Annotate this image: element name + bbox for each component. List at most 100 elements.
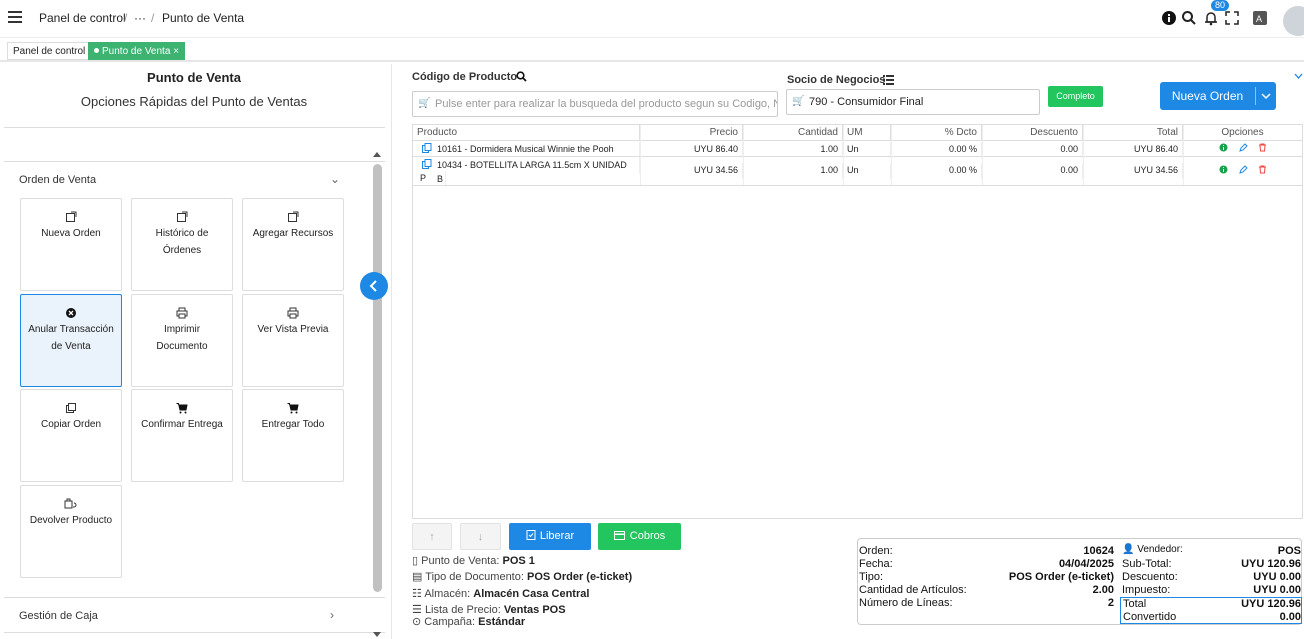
copy-icon[interactable] [422, 159, 432, 169]
card-label: Ver Vista Previa [257, 324, 329, 335]
delete-icon[interactable] [1258, 165, 1267, 174]
move-down-button[interactable]: ↓ [460, 523, 501, 550]
edit-icon[interactable] [1239, 165, 1248, 174]
cart-icon [287, 403, 299, 414]
search-icon[interactable] [516, 71, 527, 82]
summary-label: Descuento: [1122, 571, 1178, 583]
action-card-imprimir[interactable]: Imprimir Documento [131, 294, 233, 387]
pos-value: POS 1 [502, 555, 535, 567]
copy-icon [66, 403, 76, 413]
table-cell[interactable]: 1.00 [743, 163, 843, 179]
chevron-down-icon[interactable]: ⌄ [330, 172, 340, 186]
avatar[interactable] [1283, 6, 1304, 36]
scrollbar-thumb[interactable] [373, 164, 382, 592]
list-icon[interactable] [883, 74, 894, 85]
tab-label: Panel de control [13, 46, 86, 57]
table-cell[interactable]: 0.00 [982, 163, 1083, 179]
table-cell[interactable]: 10434 - BOTELLITA LARGA 11.5cm X UNIDAD … [433, 158, 640, 184]
collapse-sidebar-button[interactable] [360, 272, 388, 300]
chevron-right-icon[interactable]: › [330, 608, 334, 622]
external-link-icon [66, 211, 77, 222]
action-card-vista-previa[interactable]: Ver Vista Previa [242, 294, 344, 387]
action-card-confirmar-entrega[interactable]: Confirmar Entrega [131, 389, 233, 482]
doc-type-label: Tipo de Documento: [425, 571, 524, 583]
tab-label: Punto de Venta [102, 46, 171, 57]
tab-panel-de-control[interactable]: Panel de control [7, 42, 92, 60]
svg-text:A: A [1256, 14, 1262, 24]
breadcrumb-more[interactable]: ··· [134, 11, 146, 25]
document-icon: ▤ [412, 571, 423, 583]
chevron-down-icon[interactable] [1261, 93, 1271, 100]
user-icon: 👤 [1122, 544, 1135, 555]
delete-icon[interactable] [1258, 143, 1267, 152]
column-header[interactable]: Total [1083, 125, 1183, 141]
bell-icon[interactable] [1203, 10, 1219, 26]
credit-card-icon [613, 531, 625, 540]
action-card-historico[interactable]: Histórico de Órdenes [131, 198, 233, 291]
active-dot-icon [94, 48, 99, 53]
action-card-entregar-todo[interactable]: Entregar Todo [242, 389, 344, 482]
warehouse-icon: ☷ [412, 588, 422, 600]
summary-label: Cantidad de Artículos: [859, 584, 967, 596]
column-header[interactable]: Opciones [1183, 125, 1302, 141]
new-order-button[interactable]: Nueva Orden [1160, 82, 1276, 110]
info-icon[interactable] [1161, 10, 1177, 26]
column-header[interactable]: Precio [640, 125, 743, 141]
table-cell[interactable]: UYU 34.56 [640, 163, 743, 179]
chevron-down-icon[interactable] [1294, 73, 1303, 80]
edit-icon[interactable] [1239, 143, 1248, 152]
table-cell[interactable]: Un [843, 163, 891, 179]
table-cell[interactable]: UYU 34.56 [1083, 163, 1183, 179]
column-header[interactable]: Descuento [982, 125, 1083, 141]
complete-button[interactable]: Completo [1048, 86, 1103, 107]
info-icon[interactable] [1219, 143, 1228, 152]
menu-icon[interactable] [8, 11, 22, 23]
translate-icon[interactable]: A [1252, 10, 1268, 26]
breadcrumb-home[interactable]: Panel de control [39, 11, 126, 25]
section-orden-de-venta[interactable]: Orden de Venta [19, 174, 96, 186]
search-icon[interactable] [1181, 10, 1197, 26]
payments-button[interactable]: Cobros [598, 523, 681, 550]
section-gestion-de-caja[interactable]: Gestión de Caja [19, 610, 98, 622]
release-label: Liberar [539, 530, 575, 542]
column-header[interactable]: % Dcto [891, 125, 982, 141]
chevron-left-icon [369, 280, 377, 292]
info-icon[interactable] [1219, 165, 1228, 174]
product-code-label: Código de Producto [412, 71, 518, 83]
action-card-anular[interactable]: Anular Transacción de Venta [20, 294, 122, 387]
table-cell[interactable]: 0.00 % [891, 163, 982, 179]
column-header[interactable]: Producto [413, 125, 640, 141]
card-label: Nueva Orden [41, 228, 101, 239]
product-search-input[interactable]: 🛒 Pulse enter para realizar la busqueda … [412, 91, 778, 117]
scroll-up-icon[interactable] [372, 150, 382, 158]
fullscreen-icon[interactable] [1224, 10, 1240, 26]
breadcrumb-separator: / [124, 11, 128, 25]
pos-label: Punto de Venta: [421, 555, 500, 567]
card-label: Agregar Recursos [252, 228, 334, 239]
action-card-copiar-orden[interactable]: Copiar Orden [20, 389, 122, 482]
action-card-devolver[interactable]: Devolver Producto [20, 485, 122, 578]
column-header[interactable]: Cantidad [743, 125, 843, 141]
external-link-icon [288, 211, 299, 222]
column-header[interactable]: UM [843, 125, 891, 141]
business-partner-field[interactable]: 🛒 790 - Consumidor Final [786, 89, 1040, 115]
divider [891, 125, 892, 185]
breadcrumb-separator: / [151, 11, 155, 25]
close-icon[interactable]: × [173, 46, 179, 57]
divider [4, 632, 385, 633]
action-card-nueva-orden[interactable]: Nueva Orden [20, 198, 122, 291]
move-up-button[interactable]: ↑ [412, 523, 452, 550]
top-bar: Panel de control / ··· / Punto de Venta … [0, 0, 1304, 38]
business-partner-value: 790 - Consumidor Final [809, 96, 924, 108]
campaign-info: ⊙ Campaña: Estándar [412, 615, 525, 628]
scroll-down-icon[interactable] [372, 631, 382, 639]
tab-punto-de-venta[interactable]: Punto de Venta × [88, 42, 186, 60]
divider [4, 597, 385, 598]
doc-type-value: POS Order (e-ticket) [526, 571, 633, 583]
copy-icon[interactable] [422, 143, 432, 153]
tabs-bar: Panel de control Punto de Venta × [0, 38, 1304, 62]
action-card-agregar-recursos[interactable]: Agregar Recursos [242, 198, 344, 291]
cart-icon: 🛒 [418, 98, 431, 109]
release-button[interactable]: Liberar [509, 523, 591, 550]
sidebar-subtitle: Opciones Rápidas del Punto de Ventas [80, 94, 308, 109]
